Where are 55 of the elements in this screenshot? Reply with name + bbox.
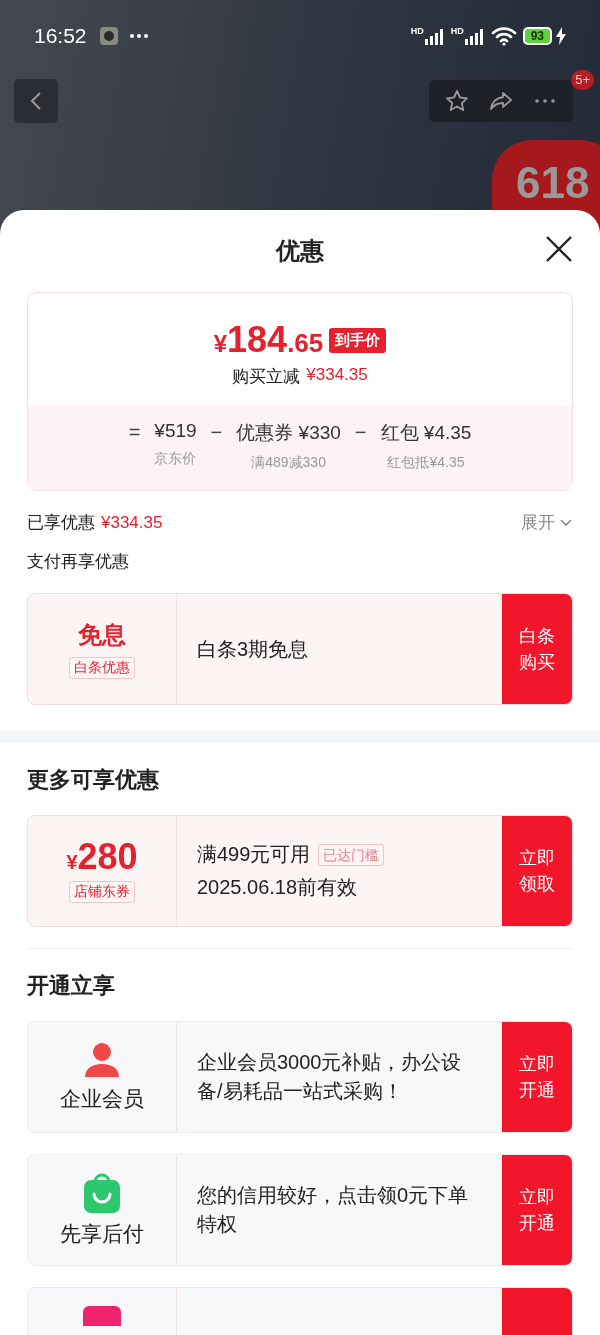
chevron-icon	[559, 517, 573, 528]
more-icon	[128, 33, 149, 39]
offer-text: 白条3期免息	[197, 636, 310, 662]
breakdown-value: 红包 ¥4.35	[380, 421, 472, 445]
coupon-amount: ¥280	[66, 839, 138, 875]
operator-symbol: −	[210, 420, 223, 445]
savings-amount: ¥334.35	[101, 512, 163, 533]
back-icon	[30, 91, 42, 111]
price-tag: 到手价	[329, 327, 387, 353]
action-button[interactable]: 白条购买	[502, 594, 572, 704]
breakdown-value: ¥519	[154, 420, 197, 442]
close-button[interactable]	[546, 236, 572, 262]
action-button[interactable]: 立即开通	[502, 1155, 572, 1265]
section-title: 更多可享优惠	[27, 766, 160, 794]
breakdown-note: 红包抵¥4.35	[387, 454, 465, 472]
operator-symbol: =	[128, 420, 141, 445]
notification-badge: 5+	[571, 70, 594, 90]
service-name: 先享后付	[60, 1221, 144, 1247]
clock-time: 16:52	[34, 24, 87, 48]
back-button[interactable]	[14, 79, 58, 123]
wifi-icon	[490, 26, 517, 46]
battery-level: 93	[522, 27, 552, 45]
threshold-status: 已达门槛	[318, 843, 385, 866]
action-button[interactable]: 立即领取	[502, 816, 572, 926]
section-title: 支付再享优惠	[27, 551, 130, 573]
offer-tag: 白条优惠	[69, 657, 135, 679]
network-label: HD	[410, 27, 424, 36]
action-button[interactable]: 立即开通	[502, 1022, 572, 1132]
reduction-label: 购买立减	[232, 366, 301, 388]
share-icon	[489, 89, 513, 113]
app-icon	[83, 1306, 121, 1326]
coupon-condition: 满499元可用	[197, 842, 311, 867]
coupon-tag: 店铺东券	[69, 881, 135, 903]
section-title: 开通立享	[27, 972, 116, 1000]
offer-title: 免息	[78, 620, 126, 650]
offer-text: 企业会员3000元补贴，办公设备/易耗品一站式采购！	[197, 1050, 463, 1104]
network-label: HD	[450, 27, 464, 36]
breakdown-note: 满489减330	[251, 454, 326, 472]
offer-text: 您的信用较好，点击领0元下单特权	[197, 1183, 470, 1237]
coupon-validity: 2025.06.18前有效	[197, 875, 359, 900]
app-icon	[98, 26, 119, 46]
breakdown-note: 京东价	[154, 450, 197, 468]
more-icon	[533, 99, 557, 103]
expand-toggle[interactable]: 展开	[521, 511, 573, 534]
star-icon	[445, 89, 469, 113]
savings-label: 已享优惠	[27, 512, 95, 534]
shopping-bag-icon	[83, 1172, 121, 1214]
operator-symbol: −	[354, 420, 367, 445]
breakdown-value: 优惠券 ¥330	[236, 421, 341, 445]
final-price: ¥184.65	[213, 319, 324, 361]
person-icon	[83, 1041, 121, 1079]
close-icon	[546, 236, 572, 262]
reduction-amount: ¥334.35	[306, 365, 368, 386]
service-name: 企业会员	[60, 1086, 144, 1112]
sheet-title: 优惠	[276, 236, 324, 266]
